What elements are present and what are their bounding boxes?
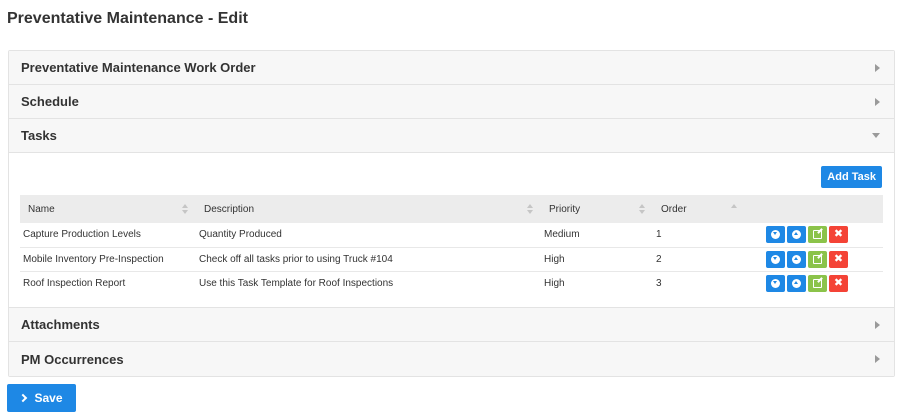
- move-up-button[interactable]: [787, 250, 806, 268]
- column-header-label: Priority: [549, 203, 581, 215]
- panel-title: Schedule: [21, 94, 79, 109]
- close-icon: ✖: [833, 252, 844, 265]
- edit-icon: [813, 230, 822, 240]
- save-button[interactable]: Save: [7, 384, 76, 412]
- task-order-cell: 3: [656, 277, 662, 289]
- column-header-label: Order: [661, 203, 687, 215]
- task-name-cell: Capture Production Levels: [20, 223, 196, 248]
- page-title: Preventative Maintenance - Edit: [7, 10, 248, 27]
- column-header-label: Name: [28, 203, 55, 215]
- chevron-right-icon: [19, 393, 28, 403]
- move-down-button[interactable]: [766, 250, 785, 268]
- delete-button[interactable]: ✖: [829, 274, 848, 292]
- task-description-cell: Quantity Produced: [196, 223, 541, 248]
- task-name-cell: Roof Inspection Report: [23, 277, 126, 289]
- column-header-actions: [763, 195, 883, 223]
- column-header-priority[interactable]: Priority: [541, 195, 653, 223]
- caret-down-icon: [872, 133, 880, 138]
- caret-right-icon: [875, 355, 880, 363]
- caret-right-icon: [875, 320, 880, 329]
- add-task-button[interactable]: Add Task: [821, 166, 882, 188]
- panel-group: Preventative Maintenance Work Order Sche…: [8, 50, 895, 377]
- edit-icon: [813, 254, 822, 264]
- move-down-button[interactable]: [766, 226, 785, 244]
- row-actions: ✖: [763, 271, 883, 295]
- panel-title: PM Occurrences: [21, 351, 124, 367]
- column-header-name[interactable]: Name: [20, 195, 196, 223]
- panel-header-schedule[interactable]: Schedule: [9, 85, 894, 119]
- panel-title: Attachments: [21, 317, 100, 332]
- edit-icon: [813, 278, 822, 288]
- column-header-description[interactable]: Description: [196, 195, 541, 223]
- column-header-label: Description: [204, 203, 255, 215]
- tasks-panel-body: Add Task Name Description Priority Order…: [9, 153, 894, 308]
- task-description-cell: Check off all tasks prior to using Truck…: [196, 247, 541, 272]
- table-row: Roof Inspection Report Use this Task Tem…: [20, 271, 883, 295]
- chevron-up-icon: [792, 254, 801, 264]
- tasks-table: Name Description Priority Order Capture …: [20, 195, 883, 295]
- edit-button[interactable]: [808, 274, 827, 292]
- table-row: Capture Production Levels Quantity Produ…: [20, 223, 883, 248]
- column-header-order[interactable]: Order: [653, 195, 763, 223]
- task-description-cell: Use this Task Template for Roof Inspecti…: [199, 277, 394, 289]
- sort-icon: [639, 204, 645, 214]
- delete-button[interactable]: ✖: [829, 250, 848, 268]
- task-priority-cell: High: [544, 277, 565, 289]
- caret-right-icon: [875, 97, 880, 106]
- panel-title: Tasks: [21, 128, 57, 143]
- edit-button[interactable]: [808, 250, 827, 268]
- chevron-down-icon: [771, 278, 780, 288]
- chevron-up-icon: [792, 278, 801, 288]
- close-icon: ✖: [833, 228, 844, 241]
- chevron-down-icon: [771, 230, 780, 240]
- panel-title: Preventative Maintenance Work Order: [21, 60, 256, 75]
- task-priority-cell: Medium: [541, 223, 653, 248]
- task-name-cell: Mobile Inventory Pre-Inspection: [20, 247, 196, 272]
- save-button-label: Save: [34, 391, 63, 405]
- table-header-row: Name Description Priority Order: [20, 195, 883, 223]
- sort-icon: [182, 204, 188, 214]
- chevron-down-icon: [771, 254, 780, 264]
- move-up-button[interactable]: [787, 274, 806, 292]
- panel-header-tasks[interactable]: Tasks: [9, 119, 894, 153]
- task-order-cell: 1: [653, 223, 763, 248]
- table-row: Mobile Inventory Pre-Inspection Check of…: [20, 247, 883, 272]
- sort-ascending-icon: [731, 204, 737, 208]
- row-actions: ✖: [763, 247, 883, 272]
- row-actions: ✖: [763, 223, 883, 248]
- chevron-up-icon: [792, 230, 801, 240]
- move-up-button[interactable]: [787, 226, 806, 244]
- sort-icon: [527, 204, 533, 214]
- close-icon: ✖: [833, 276, 844, 289]
- edit-button[interactable]: [808, 226, 827, 244]
- delete-button[interactable]: ✖: [829, 226, 848, 244]
- panel-header-work-order[interactable]: Preventative Maintenance Work Order: [9, 51, 894, 85]
- caret-right-icon: [875, 63, 880, 72]
- task-priority-cell: High: [541, 247, 653, 272]
- panel-header-pm-occurrences[interactable]: PM Occurrences: [9, 342, 894, 376]
- move-down-button[interactable]: [766, 274, 785, 292]
- task-order-cell: 2: [653, 247, 763, 272]
- panel-header-attachments[interactable]: Attachments: [9, 308, 894, 342]
